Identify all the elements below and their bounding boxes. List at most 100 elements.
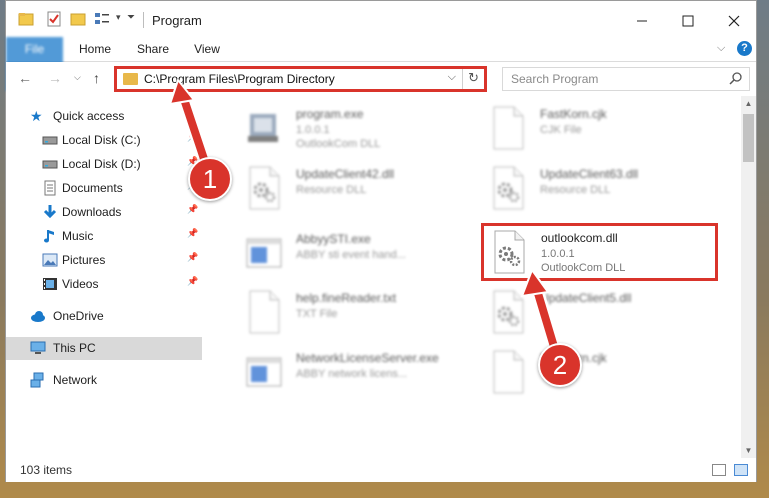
item-count: 103 items [20,463,73,477]
sidebar-item-downloads[interactable]: Downloads 📌 [6,201,202,223]
callout-step-2: 2 [538,343,582,387]
file-name: AbbyySTI.exe [296,232,371,246]
callout-step-1: 1 [188,157,232,201]
search-icon[interactable] [729,71,743,85]
file-name: program.exe [296,107,364,121]
sidebar-item-label: This PC [53,341,96,355]
new-folder-icon[interactable] [70,11,86,27]
sidebar-item-music[interactable]: Music 📌 [6,225,202,247]
sidebar-item-label: Music [62,229,94,243]
dll-icon [246,166,282,210]
cloud-icon [31,311,45,322]
file-name: NetworkLicenseServer.exe [296,351,439,365]
sidebar-item-this-pc[interactable]: This PC [6,337,202,360]
scroll-down-icon[interactable]: ▼ [741,443,756,458]
tab-view[interactable]: View [184,37,230,62]
tab-share[interactable]: Share [128,37,178,62]
maximize-icon[interactable] [676,9,700,33]
forward-icon[interactable]: → [48,70,62,86]
file-item[interactable]: UpdateClient5.dll [480,285,720,339]
sidebar-item-pictures[interactable]: Pictures 📌 [6,249,202,271]
help-icon[interactable]: ? [737,41,752,56]
sidebar-item-local-disk-c[interactable]: Local Disk (C:) 📌 [6,129,202,151]
drive-icon [42,156,58,172]
expand-ribbon-icon[interactable]: ⌵ [717,42,725,55]
file-item[interactable]: program.exe 1.0.0.1 OutlookCom DLL [236,101,476,155]
explorer-window: ▾ ⏷ Program File Home Share View ⌵ ? ← →… [5,0,757,482]
sidebar-item-documents[interactable]: Documents📌 [6,177,202,199]
pin-icon[interactable]: 📌 [187,252,198,263]
minimize-icon[interactable] [630,9,654,33]
large-icons-view-icon[interactable] [734,464,748,476]
chevron-down-icon[interactable]: ▾ [116,12,121,23]
chevron-down-icon[interactable]: ⌵ [448,71,456,84]
properties-icon[interactable] [46,11,62,27]
music-icon [42,228,58,244]
pin-icon[interactable]: 📌 [187,132,198,143]
sidebar-item-label: OneDrive [53,309,104,323]
dll-icon [490,166,526,210]
pin-icon[interactable]: 📌 [187,228,198,239]
file-detail: OutlookCom DLL [541,262,626,274]
view-menu-icon[interactable] [94,11,114,27]
file-name: FastKorn.cjk [540,107,607,121]
pictures-icon [42,252,58,268]
sidebar-item-label: Network [53,373,98,387]
navigation-pane: ★ Quick access Local Disk (C:) 📌 Local Dis… [6,96,206,458]
customize-toolbar-icon[interactable]: ⏷ [127,12,135,23]
pin-icon[interactable]: 📌 [187,204,198,215]
window-title: Program [152,13,202,28]
title-bar: ▾ ⏷ Program [6,1,756,37]
sidebar-item-local-disk-d[interactable]: Local Disk (D:) 📌 [6,153,202,175]
blank-file-icon [246,290,282,334]
network-icon [30,372,44,388]
scroll-thumb[interactable] [743,114,754,162]
file-detail: TXT File [296,308,338,320]
downloads-icon [42,204,58,220]
window-icon [246,231,282,275]
up-icon[interactable]: ↑ [93,70,100,86]
tab-home[interactable]: Home [70,37,120,62]
file-name: outlookcom.dll [541,231,618,245]
drive-icon [42,132,58,148]
sidebar-item-quick-access[interactable]: ★ Quick access [6,105,202,127]
navigation-bar: ← → ⌵ ↑ C:\Program Files\Program Directo… [6,62,756,96]
file-item[interactable]: outlookcom.dll 1.0.0.1 OutlookCom DLL [481,225,721,279]
refresh-icon[interactable]: ↻ [468,70,479,86]
sidebar-item-label: Videos [62,277,99,291]
file-name: UpdateClient42.dll [296,167,395,181]
file-item[interactable]: FastKorn.cjk CJK File [480,101,720,155]
file-detail: CJK File [540,124,582,136]
folder-icon[interactable] [18,11,34,27]
file-detail: Resource DLL [296,184,367,196]
file-name: UpdateClient5.dll [540,291,632,305]
pin-icon[interactable]: 📌 [187,276,198,287]
details-view-icon[interactable] [712,464,726,476]
close-icon[interactable] [722,9,746,33]
back-icon[interactable]: ← [18,70,32,86]
star-icon: ★ [30,108,43,124]
search-input[interactable]: Search Program [502,67,750,91]
file-detail: ABBY sti event hand... [296,249,406,261]
dll-icon [491,230,527,274]
file-item[interactable]: UpdateClient63.dll Resource DLL [480,161,720,215]
file-item[interactable]: FastKorn.cjk [480,345,720,399]
file-item[interactable]: help.fineReader.txt TXT File [236,285,476,339]
sidebar-item-label: Downloads [62,205,122,219]
vertical-scrollbar[interactable]: ▲ ▼ [741,96,756,458]
file-item[interactable]: UpdateClient42.dll Resource DLL [236,161,476,215]
address-path[interactable]: C:\Program Files\Program Directory [144,72,335,86]
status-bar: 103 items [6,458,756,482]
address-bar[interactable]: C:\Program Files\Program Directory ⌵ ↻ [114,66,487,92]
title-divider [143,12,144,28]
sidebar-item-label: Documents [62,181,123,195]
file-item[interactable]: NetworkLicenseServer.exe ABBY network lic… [236,345,476,399]
window-icon [246,350,282,394]
file-item[interactable]: AbbyySTI.exe ABBY sti event hand... [236,226,476,280]
sidebar-item-label: Pictures [62,253,106,267]
sidebar-item-onedrive[interactable]: OneDrive [6,305,202,327]
scroll-up-icon[interactable]: ▲ [741,96,756,111]
sidebar-item-videos[interactable]: Videos 📌 [6,273,202,295]
recent-locations-icon[interactable]: ⌵ [74,72,81,83]
sidebar-item-network[interactable]: Network [6,369,202,391]
